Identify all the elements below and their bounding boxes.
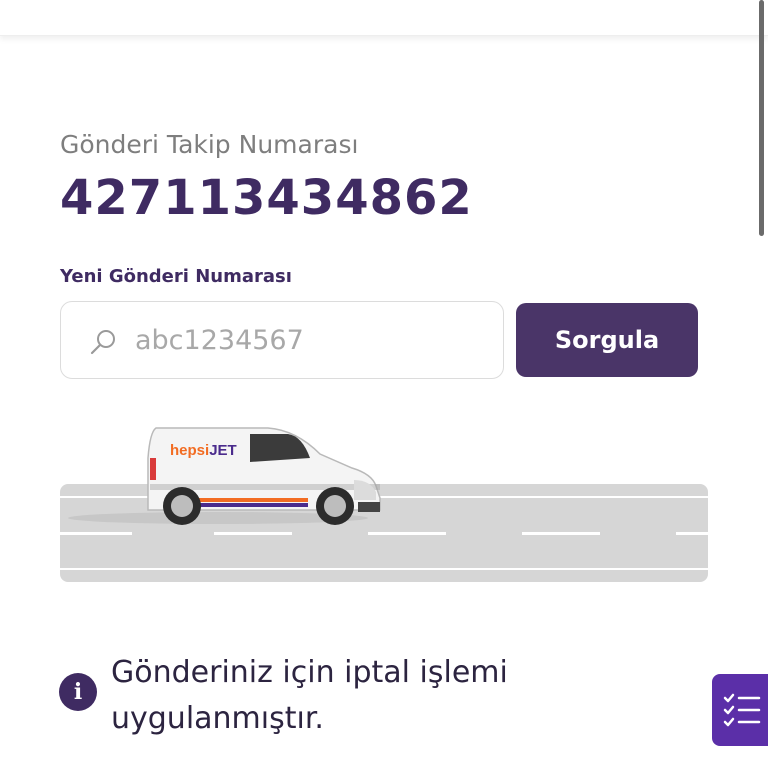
query-button[interactable]: Sorgula — [516, 303, 698, 377]
search-icon — [90, 330, 115, 355]
new-tracking-label: Yeni Gönderi Numarası — [60, 266, 292, 287]
tracking-number-value: 427113434862 — [60, 170, 473, 226]
top-bar — [0, 0, 768, 36]
info-icon: i — [59, 673, 97, 711]
road-van-illustration: hepsiJET — [60, 427, 708, 582]
search-field[interactable] — [60, 301, 504, 379]
cancel-status-message: Gönderiniz için iptal işlemi uygulanmışt… — [111, 655, 508, 736]
tracking-number-label: Gönderi Takip Numarası — [60, 130, 359, 159]
checklist-button[interactable] — [712, 674, 768, 746]
van-logo: hepsiJET — [170, 442, 237, 459]
scrollbar[interactable] — [759, 0, 764, 236]
checklist-icon — [723, 693, 761, 727]
search-input[interactable] — [135, 320, 485, 360]
